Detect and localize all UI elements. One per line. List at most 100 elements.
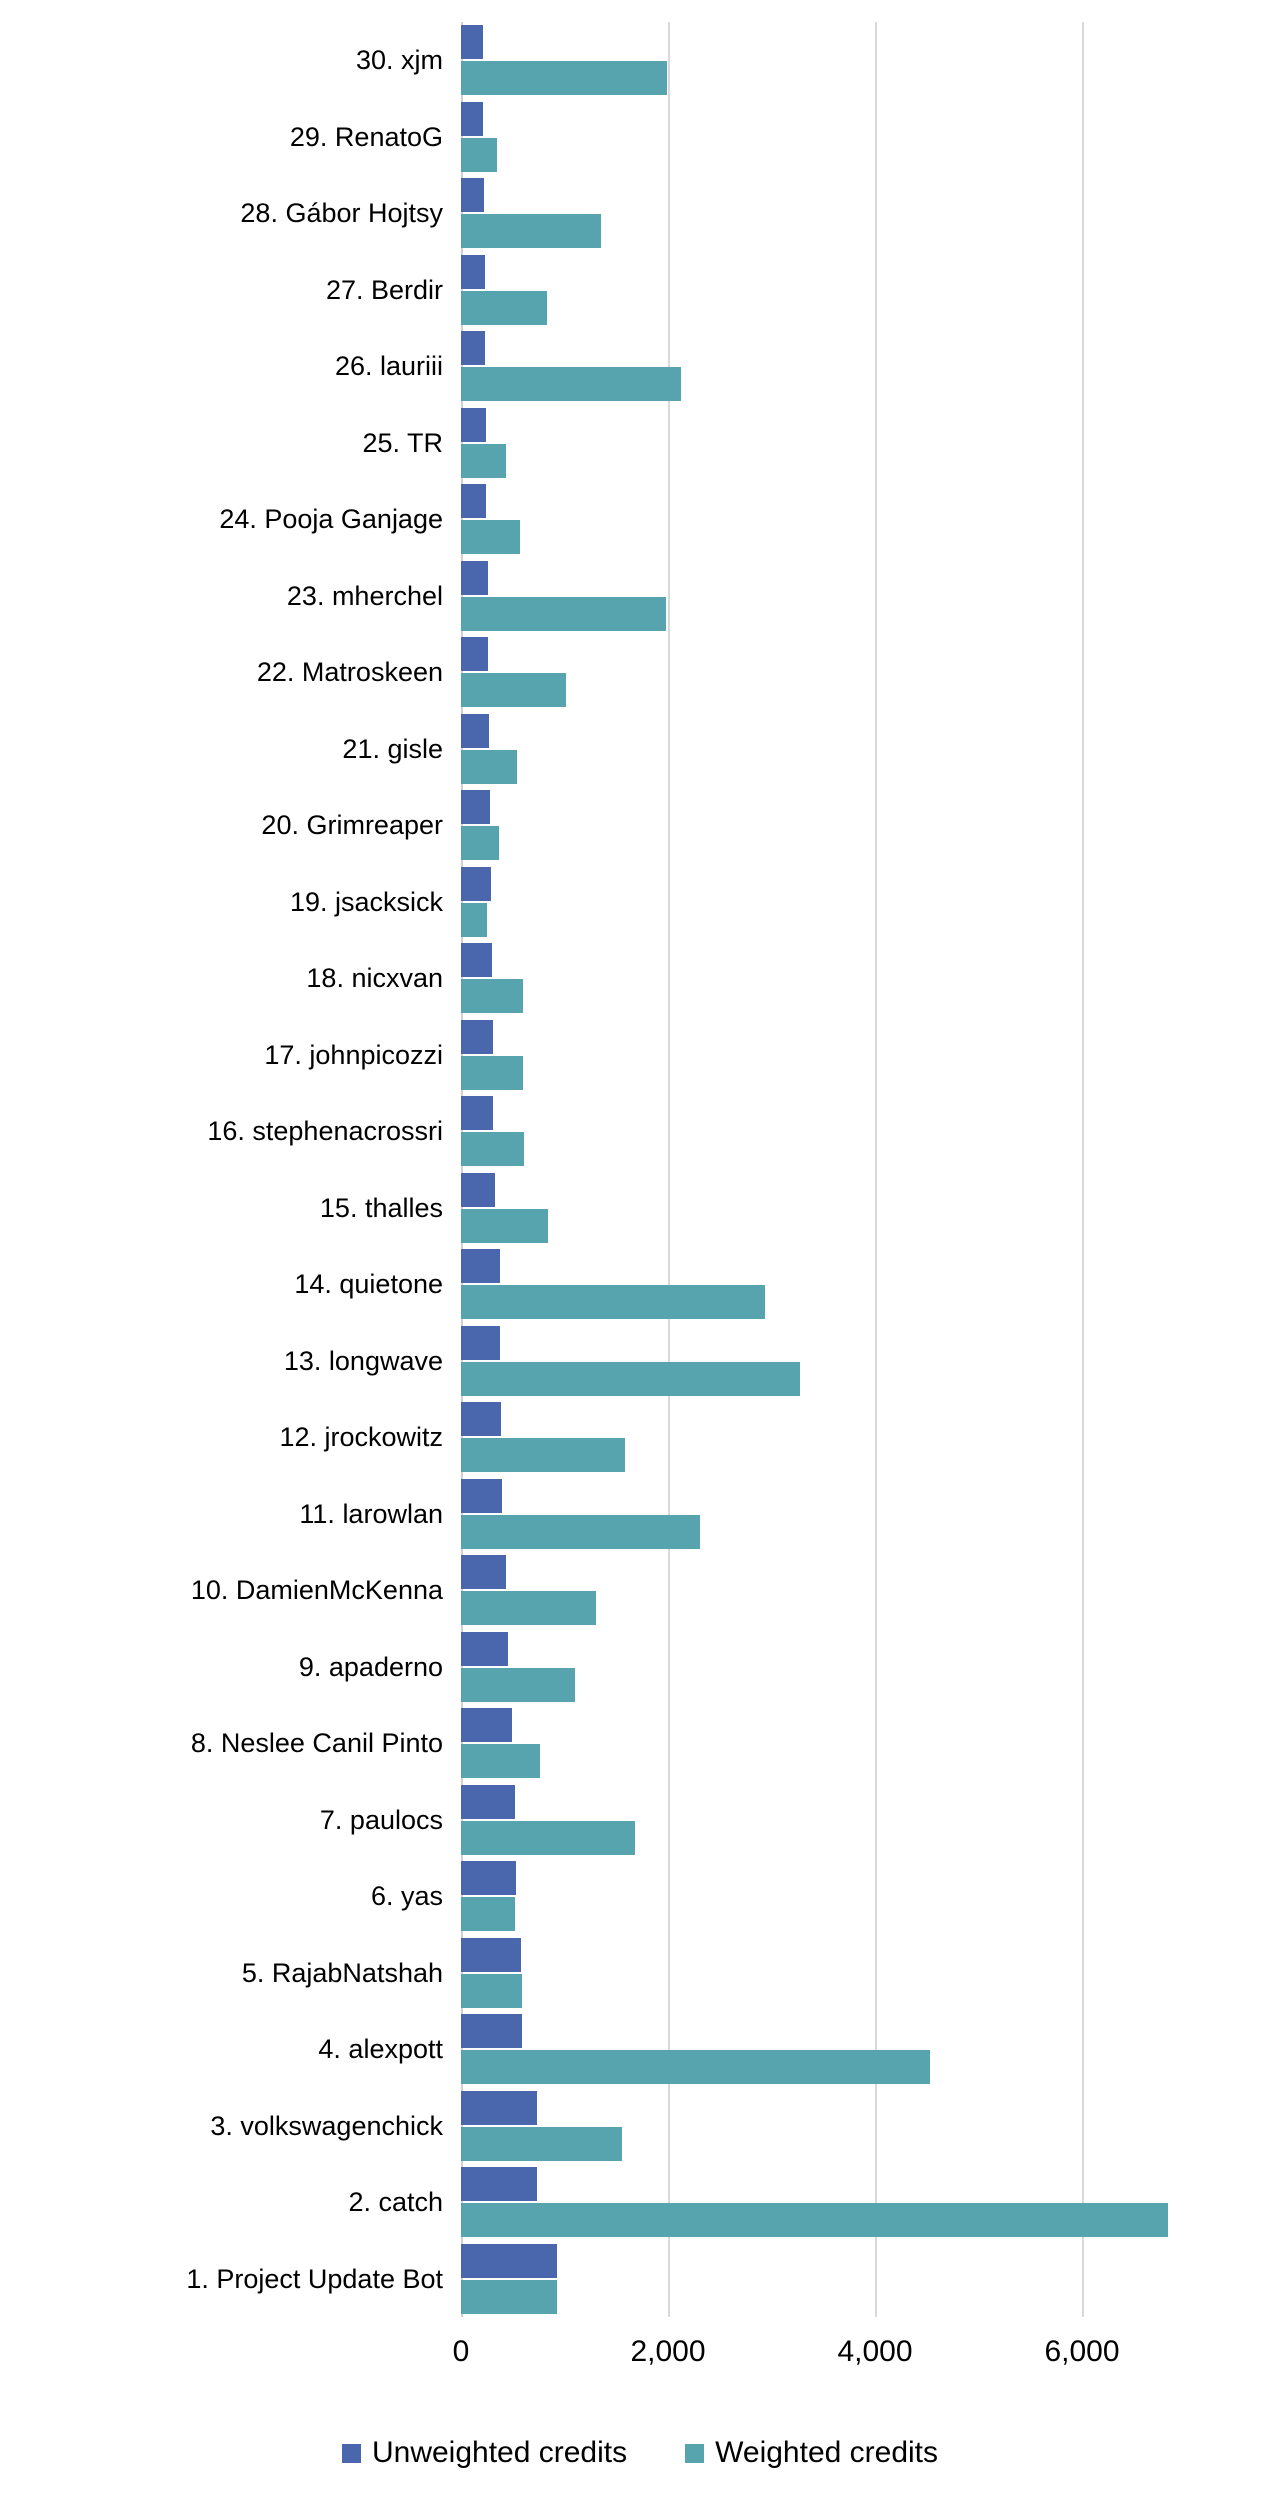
category-label: 14. quietone [294,1269,443,1300]
category-label: 8. Neslee Canil Pinto [190,1728,443,1759]
category-label: 24. Pooja Ganjage [219,504,443,535]
bar-row: 2. catch [348,2164,1280,2241]
bar-row: 26. lauriii [335,328,1280,405]
bar-weighted [461,1285,766,1320]
bar-weighted [461,1973,523,2008]
legend-item-weighted[interactable]: Weighted credits [685,2436,938,2470]
bar-row: 7. paulocs [320,1782,1280,1859]
bar-row: 4. alexpott [318,2011,1280,2088]
bar-weighted [461,61,667,96]
category-label: 5. RajabNatshah [241,1957,443,1988]
bar-row: 12. jrockowitz [279,1399,1280,1476]
category-label: 7. paulocs [319,1804,443,1835]
bar-row: 11. larowlan [299,1476,1280,1553]
bar-weighted [461,290,547,325]
bar-weighted [461,1055,524,1090]
bar-weighted [461,1591,596,1626]
category-label: 28. Gábor Hojtsy [240,198,443,229]
bar-weighted [461,1897,515,1932]
bar-weighted [461,1514,701,1549]
bar-unweighted [461,1937,522,1972]
bar-weighted [461,749,517,784]
x-tick-label: 2,000 [630,2335,706,2368]
bar-row: 5. RajabNatshah [242,1935,1280,2012]
bar-unweighted [461,790,491,825]
category-label: 30. xjm [355,45,443,76]
bar-unweighted [461,2167,537,2202]
category-label: 17. johnpicozzi [264,1039,443,1070]
bar-row: 23. mherchel [287,558,1280,635]
bar-unweighted [461,713,489,748]
bar-weighted [461,979,524,1014]
bar-weighted [461,1361,801,1396]
x-tick-label: 0 [452,2335,470,2368]
bar-unweighted [461,1861,516,1896]
bar-weighted [461,2279,558,2314]
bar-weighted [461,673,566,708]
bar-weighted [461,826,500,861]
bar-row: 19. jsacksick [290,864,1280,941]
bar-row: 14. quietone [294,1246,1280,1323]
category-label: 13. longwave [283,1345,443,1376]
bar-row: 6. yas [371,1858,1280,1935]
legend-item-unweighted[interactable]: Unweighted credits [341,2436,628,2470]
category-label: 15. thalles [319,1192,443,1223]
x-tick-label: 6,000 [1044,2335,1120,2368]
bar-unweighted [461,1096,494,1131]
category-label: 2. catch [348,2187,443,2218]
category-label: 18. nicxvan [306,963,443,994]
category-label: 6. yas [370,1881,443,1912]
bar-weighted [461,137,498,172]
bar-unweighted [461,560,488,595]
chart-legend: Unweighted credits Weighted credits [0,2436,1280,2470]
bar-unweighted [461,407,486,442]
category-label: 4. alexpott [318,2034,443,2065]
bar-row: 18. nicxvan [306,940,1280,1017]
bar-unweighted [461,331,486,366]
bar-weighted [461,367,682,402]
legend-swatch-weighted-icon [685,2443,705,2463]
category-label: 22. Matroskeen [256,657,443,688]
bar-weighted [461,1208,548,1243]
bar-unweighted [461,1784,515,1819]
bar-unweighted [461,1478,503,1513]
bar-weighted [461,2050,930,2085]
bar-unweighted [461,254,485,289]
bar-unweighted [461,1249,500,1284]
category-label: 11. larowlan [299,1498,443,1529]
bar-row: 1. Project Update Bot [186,2241,1280,2318]
bar-unweighted [461,2243,558,2278]
bar-unweighted [461,1555,506,1590]
category-label: 3. volkswagenchick [210,2110,443,2141]
bar-weighted [461,902,487,937]
bar-row: 10. DamienMcKenna [191,1552,1280,1629]
bar-unweighted [461,1402,501,1437]
category-label: 21. gisle [342,733,443,764]
bar-weighted [461,214,601,249]
category-label: 12. jrockowitz [279,1422,443,1453]
bar-unweighted [461,1019,493,1054]
legend-label-unweighted: Unweighted credits [371,2436,628,2469]
bar-row: 30. xjm [356,22,1280,99]
bar-weighted [461,2126,623,2161]
bar-unweighted [461,178,485,213]
bar-row: 22. Matroskeen [257,634,1280,711]
bar-weighted [461,1820,635,1855]
category-label: 23. mherchel [286,580,443,611]
category-label: 9. apaderno [298,1651,443,1682]
bar-row: 13. longwave [284,1323,1280,1400]
legend-label-weighted: Weighted credits [715,2436,939,2469]
bar-rows: 30. xjm 29. RenatoG 28. Gábor Hojtsy 27. Be… [186,22,1168,2317]
legend-swatch-unweighted-icon [341,2443,361,2463]
bar-row: 8. Neslee Canil Pinto [191,1705,1280,1782]
category-label: 27. Berdir [325,274,443,305]
bar-row: 28. Gábor Hojtsy [240,175,1280,252]
bar-row: 20. Grimreaper [261,787,1280,864]
bar-row: 3. volkswagenchick [210,2088,1280,2165]
bar-weighted [461,596,666,631]
bar-unweighted [461,866,491,901]
category-label: 20. Grimreaper [261,810,443,841]
bar-unweighted [461,1172,496,1207]
bar-unweighted [461,1325,501,1360]
bar-unweighted [461,1631,508,1666]
